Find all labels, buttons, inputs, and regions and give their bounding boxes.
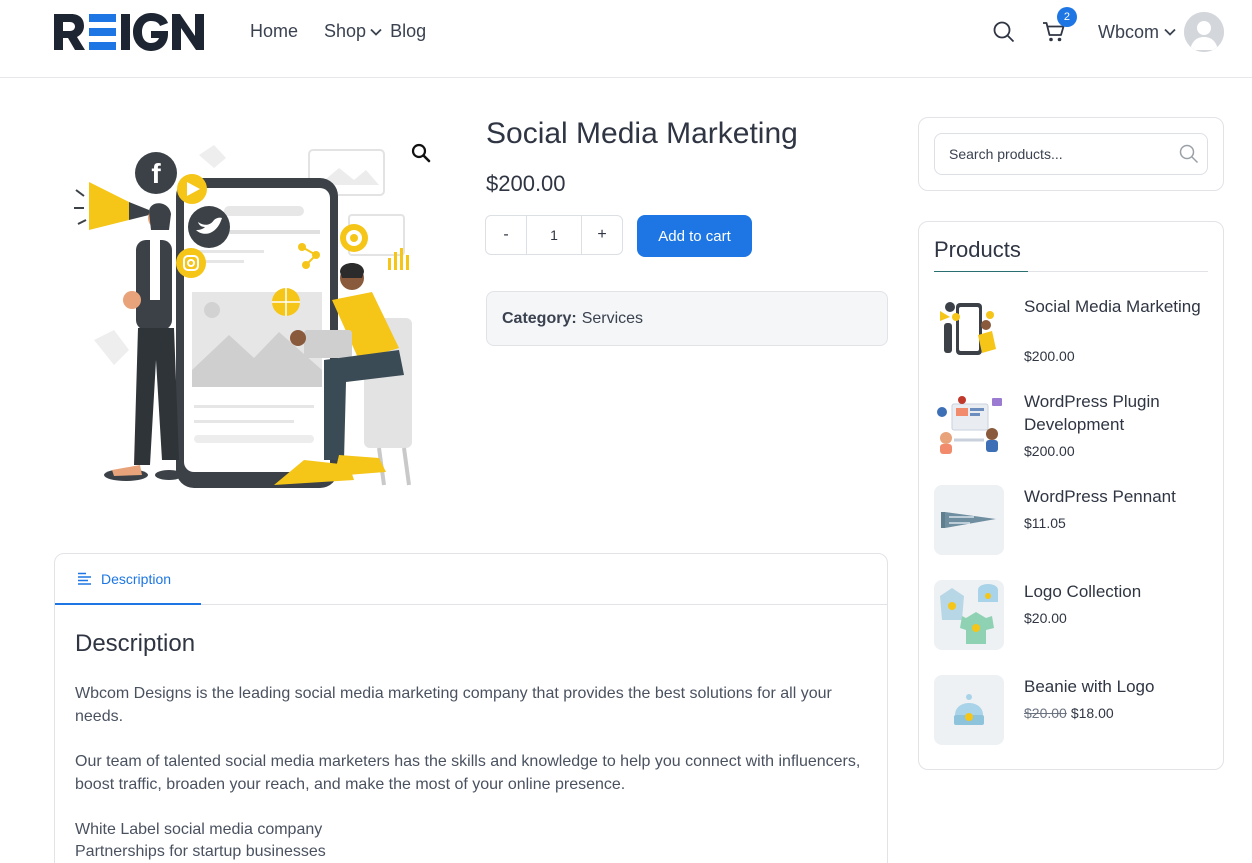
price-value: $11.05 bbox=[1024, 515, 1066, 531]
qty-decrease-button[interactable]: - bbox=[486, 216, 526, 254]
products-widget: Products Social Media Marketing $200.00 bbox=[918, 221, 1224, 770]
description-paragraph: White Label social media company bbox=[75, 821, 323, 838]
site-header: Home Shop Blog 2 Wbcom bbox=[0, 0, 1252, 78]
reign-logo-icon bbox=[54, 13, 204, 51]
image-zoom-button[interactable] bbox=[408, 140, 434, 166]
product-thumbnail[interactable] bbox=[934, 295, 1004, 365]
description-paragraph: Wbcom Designs is the leading social medi… bbox=[75, 685, 832, 725]
svg-text:f: f bbox=[151, 158, 161, 189]
product-main-image[interactable]: f bbox=[54, 120, 454, 500]
list-item[interactable]: WordPress Pennant $11.05 bbox=[934, 485, 1210, 565]
sale-price: $18.00 bbox=[1070, 705, 1114, 721]
product-price: $20.00 bbox=[1024, 610, 1067, 626]
price-value: $200.00 bbox=[1024, 348, 1075, 364]
nav-label: Shop bbox=[324, 21, 367, 41]
product-name-link[interactable]: WordPress Pennant bbox=[1024, 485, 1204, 508]
add-to-cart-button[interactable]: Add to cart bbox=[637, 215, 752, 257]
site-logo[interactable] bbox=[53, 12, 205, 52]
description-tab-icon bbox=[78, 572, 91, 585]
description-paragraph: Our team of talented social media market… bbox=[75, 753, 861, 793]
product-meta: Category: Services bbox=[486, 291, 888, 346]
product-price: $20.00 $18.00 bbox=[1024, 705, 1114, 721]
header-search-button[interactable] bbox=[990, 18, 1018, 46]
search-icon[interactable] bbox=[1179, 144, 1199, 164]
plugin-development-thumbnail-icon bbox=[937, 396, 1002, 454]
search-icon bbox=[993, 21, 1015, 43]
list-item[interactable]: Logo Collection $20.00 bbox=[934, 580, 1210, 660]
logo-collection-thumbnail-icon bbox=[940, 584, 998, 644]
old-price: $20.00 bbox=[1024, 705, 1067, 721]
nav-item-home[interactable]: Home bbox=[250, 21, 298, 42]
product-price: $11.05 bbox=[1024, 515, 1066, 531]
pennant-thumbnail-icon bbox=[941, 512, 996, 528]
quantity-stepper: - + bbox=[485, 215, 623, 255]
category-label: Category: bbox=[502, 309, 577, 327]
product-price: $200.00 bbox=[1024, 443, 1075, 459]
product-name-link[interactable]: Logo Collection bbox=[1024, 580, 1204, 603]
product-thumbnail[interactable] bbox=[934, 580, 1004, 650]
tab-description[interactable]: Description bbox=[55, 554, 201, 605]
category-link[interactable]: Services bbox=[582, 310, 643, 328]
nav-label: Home bbox=[250, 21, 299, 41]
widget-divider-accent bbox=[934, 271, 1028, 272]
product-search-widget bbox=[918, 117, 1224, 191]
product-price: $200.00 bbox=[1024, 348, 1075, 364]
main-nav: Home Shop Blog bbox=[250, 21, 452, 42]
avatar[interactable] bbox=[1184, 12, 1224, 52]
nav-item-shop[interactable]: Shop bbox=[324, 21, 382, 42]
beanie-thumbnail-icon bbox=[954, 694, 984, 725]
product-thumbnail[interactable] bbox=[934, 675, 1004, 745]
tab-label: Description bbox=[101, 570, 172, 587]
qty-input[interactable] bbox=[526, 216, 582, 254]
user-menu-toggle[interactable]: Wbcom bbox=[1098, 22, 1176, 43]
product-name-link[interactable]: Social Media Marketing bbox=[1024, 295, 1204, 318]
product-tabs: Description Description Wbcom Designs is… bbox=[54, 553, 888, 863]
price-value: $20.00 bbox=[1024, 610, 1067, 626]
description-paragraph: Partnerships for startup businesses bbox=[75, 843, 326, 860]
list-item[interactable]: Social Media Marketing $200.00 bbox=[934, 295, 1210, 375]
list-item[interactable]: Beanie with Logo $20.00 $18.00 bbox=[934, 675, 1210, 755]
product-search-input[interactable] bbox=[934, 133, 1208, 175]
social-media-thumbnail-icon bbox=[940, 302, 996, 355]
nav-label: Blog bbox=[390, 21, 427, 41]
cart-count-badge: 2 bbox=[1056, 7, 1077, 27]
product-name-link[interactable]: Beanie with Logo bbox=[1024, 675, 1204, 698]
product-thumbnail[interactable] bbox=[934, 485, 1004, 555]
product-title: Social Media Marketing bbox=[486, 117, 798, 150]
nav-item-blog[interactable]: Blog bbox=[390, 21, 426, 42]
zoom-icon bbox=[411, 143, 431, 163]
list-item[interactable]: WordPress Plugin Development $200.00 bbox=[934, 390, 1210, 470]
product-thumbnail[interactable] bbox=[934, 390, 1004, 460]
product-price: $200.00 bbox=[486, 171, 566, 196]
qty-increase-button[interactable]: + bbox=[582, 216, 622, 254]
chevron-down-icon bbox=[370, 28, 382, 36]
user-name-label: Wbcom bbox=[1097, 21, 1159, 42]
tab-bar: Description bbox=[55, 554, 887, 605]
chevron-down-icon bbox=[1164, 28, 1176, 36]
header-cart-button[interactable]: 2 bbox=[1040, 7, 1077, 46]
description-heading: Description bbox=[75, 630, 196, 657]
user-avatar-icon bbox=[1184, 12, 1224, 52]
social-media-illustration: f bbox=[74, 145, 412, 488]
header-actions: 2 Wbcom bbox=[990, 7, 1224, 52]
widget-title: Products bbox=[934, 237, 1021, 262]
price-value: $200.00 bbox=[1024, 443, 1075, 459]
product-name-link[interactable]: WordPress Plugin Development bbox=[1024, 390, 1204, 436]
